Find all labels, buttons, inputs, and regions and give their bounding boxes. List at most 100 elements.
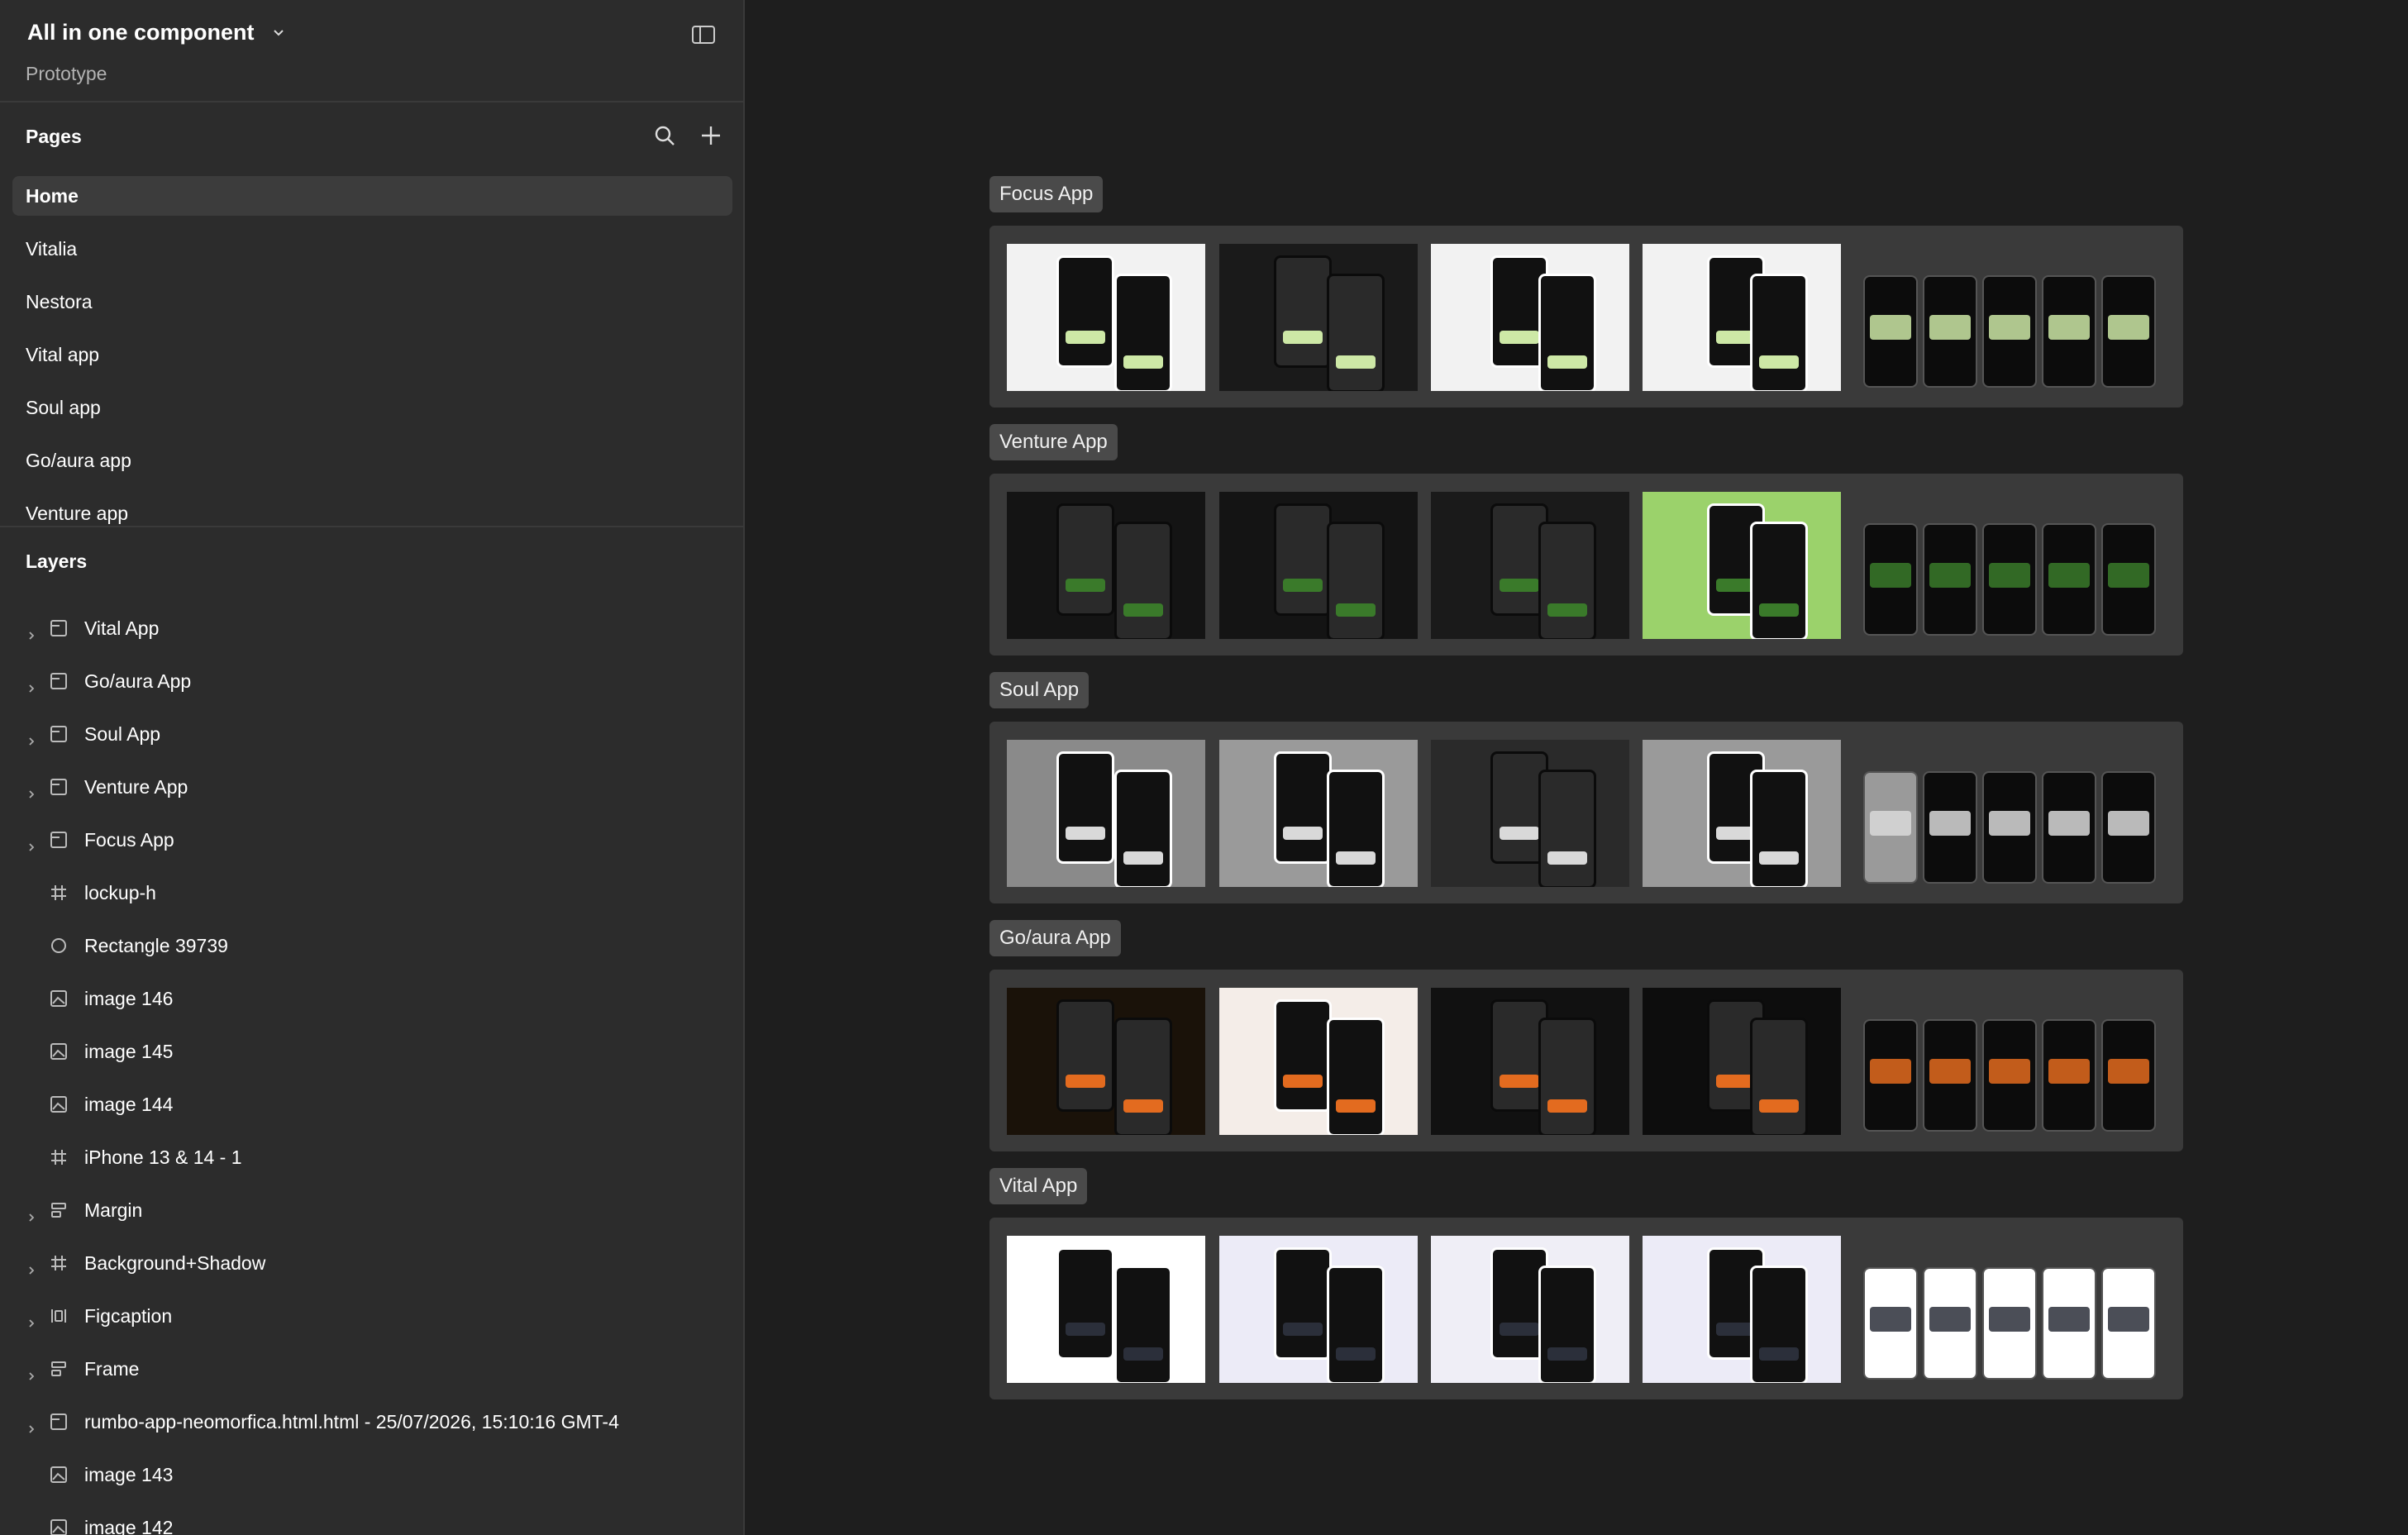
layer-row[interactable]: image 146 (0, 978, 743, 1019)
sidebar-toggle-icon[interactable] (691, 25, 716, 45)
thumbnail-frame[interactable] (1219, 492, 1418, 639)
thumbnail-frame[interactable] (1219, 244, 1418, 391)
thumbnail-frame[interactable] (1007, 740, 1205, 887)
layer-row[interactable]: image 145 (0, 1031, 743, 1072)
phone-mockup (1114, 770, 1172, 887)
phone-mockup (1056, 1247, 1114, 1360)
thumbnail-frame[interactable] (1007, 988, 1205, 1135)
layer-row[interactable]: Background+Shadow (0, 1242, 743, 1284)
layer-row[interactable]: Venture App (0, 766, 743, 808)
file-title-menu[interactable]: All in one component (27, 20, 284, 45)
layers-heading: Layers (26, 551, 88, 572)
phone-mockup (1538, 1266, 1596, 1383)
page-item-vitalia[interactable]: Vitalia (12, 229, 732, 269)
accent-block (1066, 1075, 1105, 1088)
phone-mockup (1538, 274, 1596, 391)
layer-row[interactable]: Focus App (0, 819, 743, 860)
section-frame[interactable] (989, 722, 2183, 903)
expand-caret-icon[interactable] (26, 623, 36, 640)
page-item-soul-app[interactable]: Soul app (12, 388, 732, 427)
thumbnail-frame[interactable] (1643, 740, 1841, 887)
section-label[interactable]: Vital App (989, 1168, 1088, 1204)
layer-row[interactable]: Soul App (0, 713, 743, 755)
section-label[interactable]: Focus App (989, 176, 1104, 212)
section-label[interactable]: Venture App (989, 424, 1118, 460)
accent-block (1547, 1099, 1587, 1113)
thumbnail-frame[interactable] (1219, 988, 1418, 1135)
expand-caret-icon[interactable] (26, 1258, 36, 1275)
page-item-nestora[interactable]: Nestora (12, 282, 732, 322)
layer-row[interactable]: Vital App (0, 608, 743, 649)
expand-caret-icon[interactable] (26, 729, 36, 746)
screen-preview (1923, 275, 1977, 388)
thumbnail-frame[interactable] (1643, 988, 1841, 1135)
section-frame[interactable] (989, 474, 2183, 655)
layer-row[interactable]: Go/aura App (0, 660, 743, 702)
screen-preview (1982, 1019, 2037, 1132)
expand-caret-icon[interactable] (26, 835, 36, 851)
screens-overview[interactable] (1853, 492, 2167, 639)
expand-caret-icon[interactable] (26, 782, 36, 798)
accent-block (1500, 1323, 1539, 1336)
expand-caret-icon[interactable] (26, 1311, 36, 1328)
thumbnail-frame[interactable] (1431, 492, 1629, 639)
page-item-vital-app[interactable]: Vital app (12, 335, 732, 374)
thumbnail-frame[interactable] (1007, 244, 1205, 391)
screens-overview[interactable] (1853, 244, 2167, 391)
thumbnail-frame[interactable] (1643, 492, 1841, 639)
thumbnail-frame[interactable] (1643, 244, 1841, 391)
accent-block (1547, 355, 1587, 369)
thumbnail-frame[interactable] (1431, 1236, 1629, 1383)
columns-icon (50, 1307, 68, 1325)
expand-caret-icon[interactable] (26, 676, 36, 693)
screens-overview[interactable] (1853, 740, 2167, 887)
section-icon (50, 778, 68, 796)
thumbnail-frame[interactable] (1431, 740, 1629, 887)
screens-overview[interactable] (1853, 988, 2167, 1135)
screen-preview (2101, 523, 2156, 636)
layer-row[interactable]: Figcaption (0, 1295, 743, 1337)
section-frame[interactable] (989, 226, 2183, 408)
layer-row[interactable]: image 142 (0, 1507, 743, 1535)
screen-preview (1863, 771, 1918, 884)
expand-caret-icon[interactable] (26, 1364, 36, 1380)
expand-caret-icon[interactable] (26, 1417, 36, 1433)
screens-overview[interactable] (1853, 1236, 2167, 1383)
layer-row[interactable]: image 144 (0, 1084, 743, 1125)
thumbnail-frame[interactable] (1643, 1236, 1841, 1383)
phone-mockup (1056, 751, 1114, 864)
layer-row[interactable]: rumbo-app-neomorfica.html.html - 25/07/2… (0, 1401, 743, 1442)
thumbnail-frame[interactable] (1219, 1236, 1418, 1383)
layer-row[interactable]: Margin (0, 1189, 743, 1231)
screen-preview (1863, 1267, 1918, 1380)
accent-block (2048, 1059, 2090, 1084)
layer-row[interactable]: Frame (0, 1348, 743, 1390)
thumbnail-frame[interactable] (1431, 988, 1629, 1135)
screen-preview (2042, 523, 2096, 636)
layer-row[interactable]: iPhone 13 & 14 - 1 (0, 1137, 743, 1178)
layer-name: Frame (84, 1357, 140, 1380)
page-item-go-aura-app[interactable]: Go/aura app (12, 441, 732, 480)
section-icon (50, 831, 68, 849)
section-label[interactable]: Go/aura App (989, 920, 1121, 956)
accent-block (1759, 851, 1799, 865)
layer-row[interactable]: image 143 (0, 1454, 743, 1495)
accent-block (1870, 811, 1911, 836)
page-item-home[interactable]: Home (12, 176, 732, 216)
layer-row[interactable]: lockup-h (0, 872, 743, 913)
search-icon[interactable] (653, 124, 676, 147)
accent-block (1759, 603, 1799, 617)
add-page-icon[interactable] (699, 124, 722, 147)
thumbnail-frame[interactable] (1431, 244, 1629, 391)
accent-block (1283, 331, 1323, 344)
phone-mockup (1750, 770, 1808, 887)
section-frame[interactable] (989, 1218, 2183, 1399)
thumbnail-frame[interactable] (1219, 740, 1418, 887)
layer-row[interactable]: Rectangle 39739 (0, 925, 743, 966)
accent-block (1066, 579, 1105, 592)
expand-caret-icon[interactable] (26, 1205, 36, 1222)
thumbnail-frame[interactable] (1007, 1236, 1205, 1383)
section-label[interactable]: Soul App (989, 672, 1090, 708)
section-frame[interactable] (989, 970, 2183, 1151)
thumbnail-frame[interactable] (1007, 492, 1205, 639)
